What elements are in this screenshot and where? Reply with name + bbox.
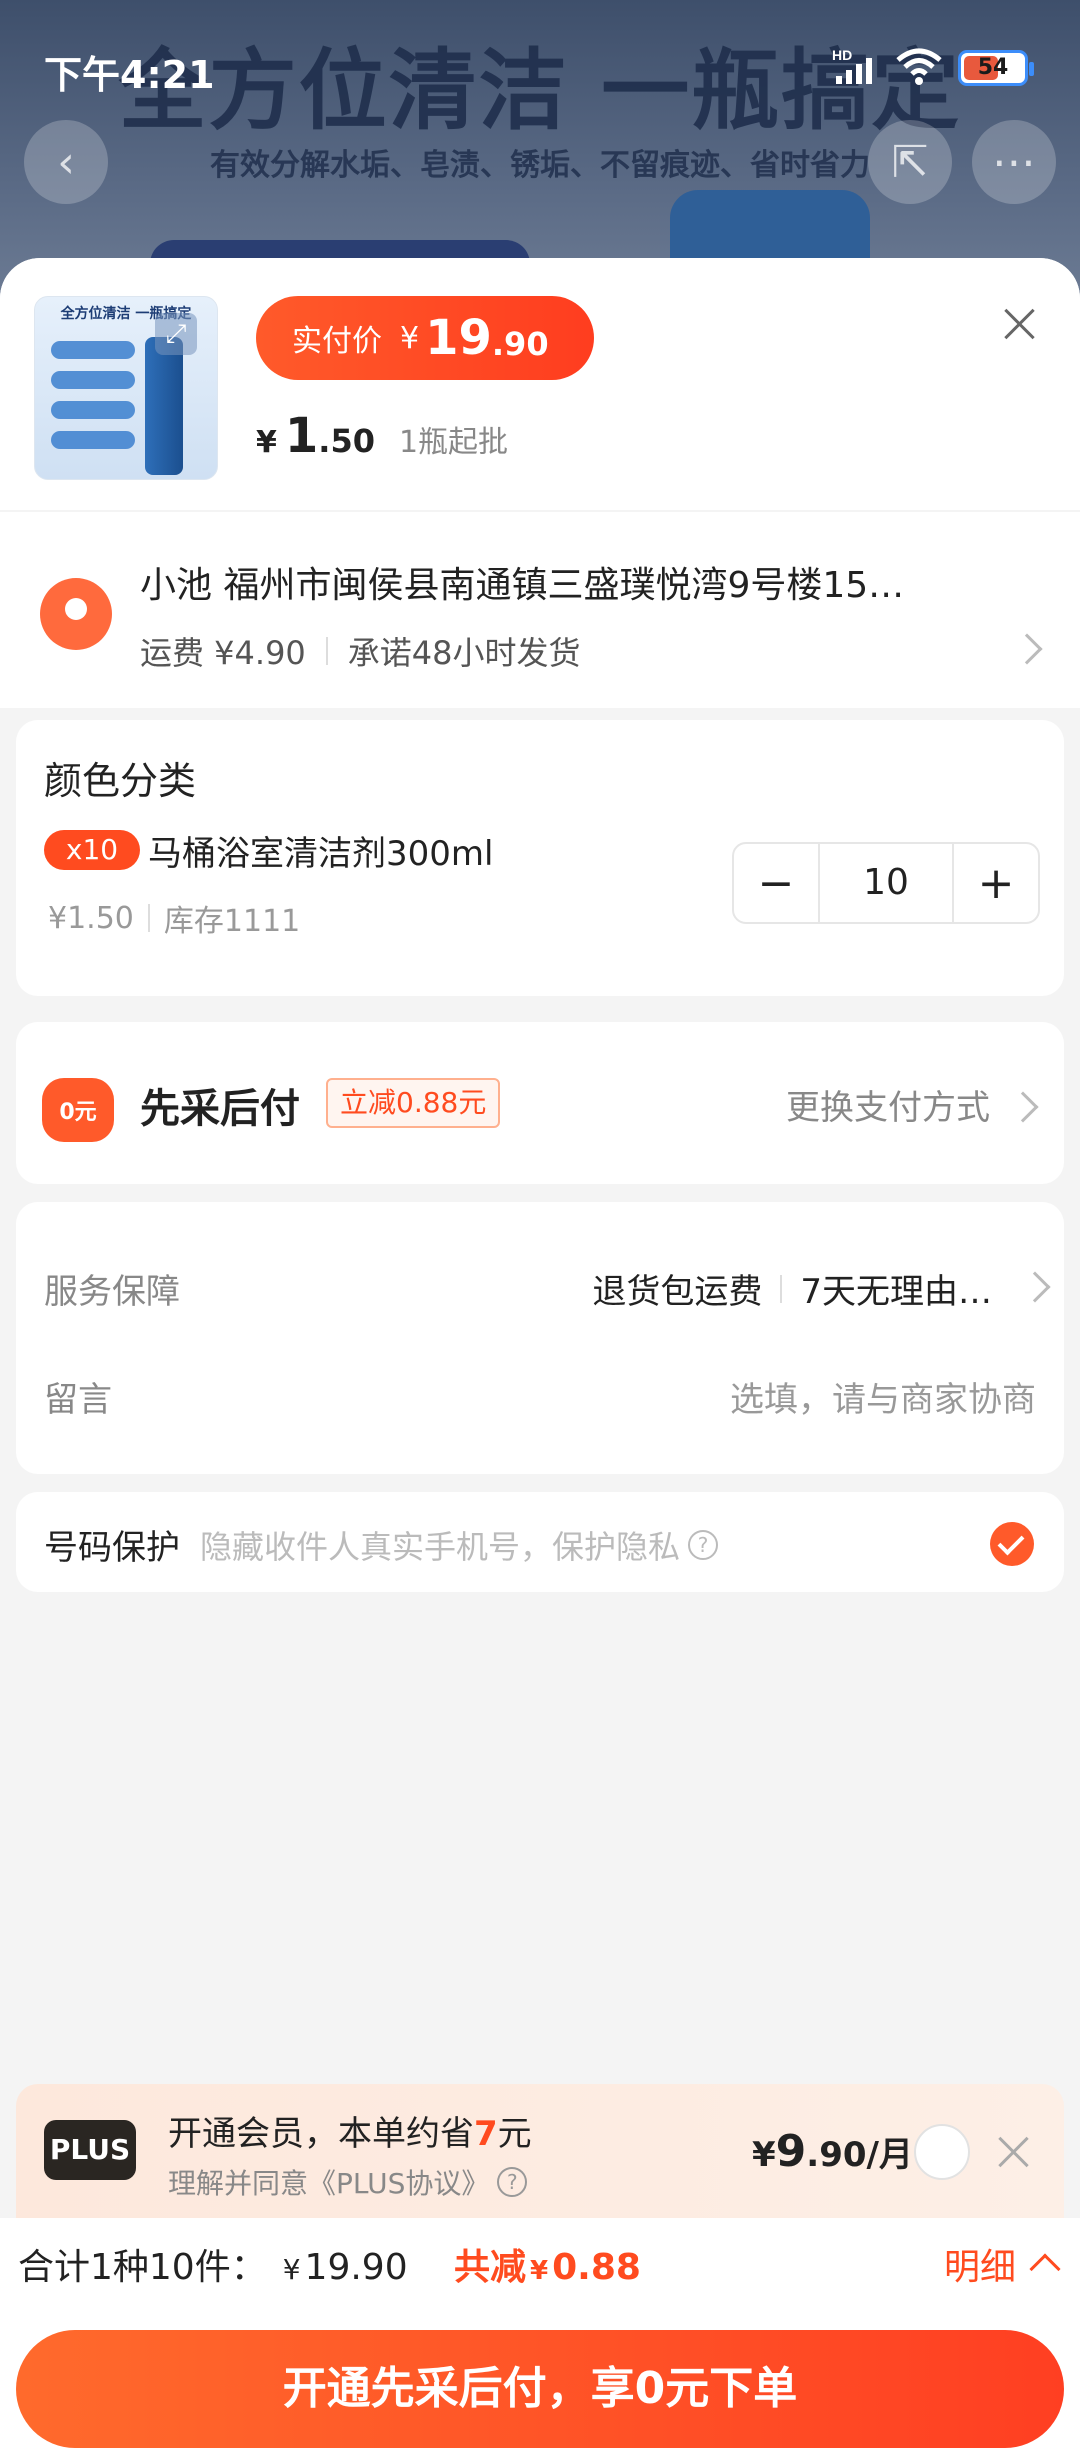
- close-icon[interactable]: [992, 2130, 1036, 2174]
- sku-section-title: 颜色分类: [44, 759, 197, 803]
- battery-icon: 54: [958, 50, 1034, 86]
- quantity-input[interactable]: 10: [818, 844, 954, 922]
- phone-protect-checkbox[interactable]: [990, 1522, 1034, 1566]
- message-label: 留言: [44, 1380, 112, 1420]
- paid-price-int: 19: [425, 310, 492, 366]
- change-payment-link[interactable]: 更换支付方式: [786, 1080, 990, 1129]
- plus-price: ¥9.90/月: [752, 2126, 913, 2177]
- decrement-button[interactable]: −: [734, 844, 818, 922]
- sku-name[interactable]: 马桶浴室清洁剂300ml: [148, 826, 493, 875]
- shipping-fee: 运费 ¥4.90: [140, 634, 306, 672]
- payment-title: 先采后付: [140, 1086, 300, 1132]
- payment-card[interactable]: 0元 先采后付 立减0.88元 更换支付方式: [16, 1022, 1064, 1184]
- total-label: 合计1种10件：: [18, 2247, 267, 2288]
- sku-card: 颜色分类 x10 马桶浴室清洁剂300ml ¥1.50 库存1111 − 10 …: [16, 720, 1064, 996]
- quantity-stepper: − 10 +: [732, 842, 1040, 924]
- help-icon[interactable]: ?: [688, 1530, 719, 1560]
- sheet-header: 全方位清洁 一瓶搞定 ⤢ 实付价 ¥ 19 .90 ¥ 1 .50 1瓶起批: [0, 258, 1080, 510]
- plus-select-radio[interactable]: [914, 2124, 970, 2180]
- plus-offer-text: 开通会员，本单约省: [168, 2114, 474, 2154]
- phone-protect-card: 号码保护 隐藏收件人真实手机号，保护隐私 ?: [16, 1492, 1064, 1592]
- chevron-right-icon: [1007, 1091, 1039, 1123]
- signal-icon: HD: [832, 47, 872, 84]
- status-bar: 下午4:21 HD 54: [0, 0, 1080, 140]
- message-input[interactable]: 选填，请与商家协商: [730, 1372, 1036, 1421]
- paid-price-pill: 实付价 ¥ 19 .90: [256, 296, 594, 380]
- status-time: 下午4:21: [44, 53, 215, 97]
- expand-icon[interactable]: ⤢: [155, 313, 197, 355]
- total-amount: 19.90: [304, 2247, 408, 2288]
- increment-button[interactable]: +: [954, 844, 1038, 922]
- svg-text:HD: HD: [832, 47, 852, 63]
- pay-later-icon: 0元: [42, 1078, 114, 1142]
- message-row[interactable]: 留言 选填，请与商家协商: [44, 1364, 1036, 1424]
- plus-membership-bar: PLUS 开通会员，本单约省7元 理解并同意《PLUS协议》 ? ¥9.90/月: [16, 2084, 1064, 2218]
- plus-saving: 7: [474, 2114, 498, 2154]
- wifi-icon: [896, 48, 942, 85]
- detail-button[interactable]: 明细: [944, 2238, 1061, 2290]
- service-card: 服务保障 退货包运费 7天无理由… 留言 选填，请与商家协商: [16, 1202, 1064, 1474]
- cta-container: 开通先采后付，享0元下单: [0, 2308, 1080, 2460]
- sku-price: ¥1.50: [48, 900, 134, 936]
- help-icon[interactable]: ?: [497, 2167, 528, 2197]
- chevron-right-icon: [1011, 633, 1043, 665]
- service-7day-return: 7天无理由…: [800, 1272, 992, 1312]
- submit-order-button[interactable]: 开通先采后付，享0元下单: [16, 2330, 1064, 2448]
- product-thumbnail[interactable]: 全方位清洁 一瓶搞定 ⤢: [34, 296, 218, 480]
- chevron-up-icon: [1029, 2253, 1061, 2285]
- total-bar: 合计1种10件： ¥ 19.90 共减 ¥ 0.88 明细: [0, 2218, 1080, 2308]
- phone-protect-label: 号码保护: [44, 1528, 180, 1568]
- min-order: 1瓶起批: [398, 425, 509, 460]
- total-save-amount: 0.88: [552, 2247, 641, 2288]
- phone-protect-hint: 隐藏收件人真实手机号，保护隐私: [200, 1528, 681, 1566]
- paid-price-dec: .90: [491, 325, 549, 363]
- order-sheet: 全方位清洁 一瓶搞定 ⤢ 实付价 ¥ 19 .90 ¥ 1 .50 1瓶起批 小…: [0, 258, 1080, 2460]
- address-row[interactable]: 小池 福州市闽侯县南通镇三盛璞悦湾9号楼15… 运费 ¥4.90 承诺48小时发…: [0, 512, 1080, 708]
- discount-tag: 立减0.88元: [326, 1078, 501, 1128]
- chevron-right-icon: [1019, 1271, 1051, 1303]
- service-label: 服务保障: [44, 1272, 180, 1312]
- address-text: 小池 福州市闽侯县南通镇三盛璞悦湾9号楼15…: [140, 565, 905, 606]
- plus-logo: PLUS: [44, 2120, 136, 2180]
- location-pin-icon: [40, 578, 112, 650]
- ship-promise: 承诺48小时发货: [347, 634, 581, 672]
- service-row[interactable]: 服务保障 退货包运费 7天无理由…: [44, 1256, 1051, 1316]
- battery-level: 54: [977, 55, 1009, 80]
- close-icon[interactable]: [996, 300, 1044, 348]
- paid-price-label: 实付价: [292, 324, 382, 359]
- unit-price: ¥ 1 .50 1瓶起批: [256, 408, 509, 464]
- sku-stock: 库存1111: [163, 904, 301, 939]
- plus-agreement-link[interactable]: 理解并同意《PLUS协议》: [168, 2162, 489, 2202]
- total-save-label: 共减: [454, 2247, 527, 2288]
- quantity-badge: x10: [44, 830, 140, 870]
- service-return-shipping: 退货包运费: [592, 1272, 763, 1312]
